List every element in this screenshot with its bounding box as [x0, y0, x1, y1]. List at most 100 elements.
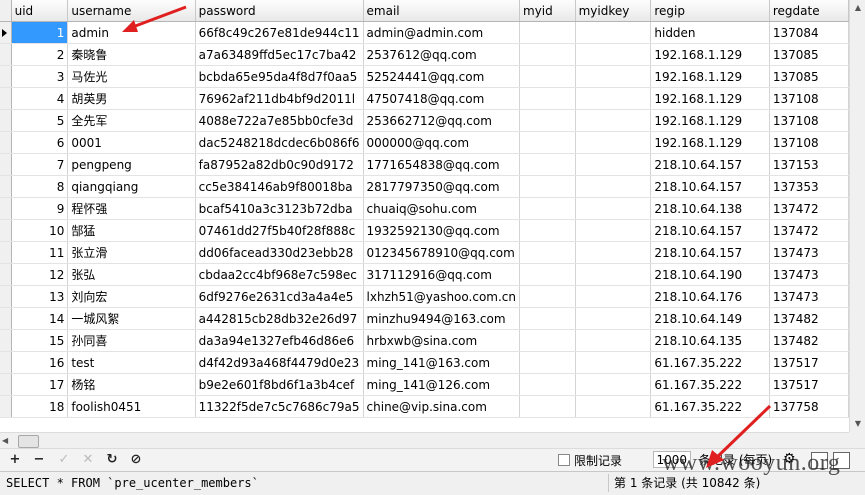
cell-password[interactable]: dd06facead330d23ebb28	[195, 241, 364, 264]
table-row[interactable]: 6 0001 dac5248218dcdec6b086f6 000000@qq.com…	[0, 131, 849, 154]
column-header-regdate[interactable]: regdate	[769, 0, 849, 22]
cell-email[interactable]: 2817797350@qq.com	[363, 175, 521, 198]
scroll-down-icon[interactable]: ▼	[850, 416, 865, 432]
row-selector[interactable]	[0, 21, 12, 44]
cell-regdate[interactable]: 137473	[769, 241, 849, 264]
cell-myid[interactable]	[519, 21, 576, 44]
cell-username[interactable]: 马佐光	[67, 65, 196, 88]
table-row[interactable]: 10 郜猛 07461dd27f5b40f28f888c 1932592130@qq.…	[0, 219, 849, 242]
table-row[interactable]: 17 杨铭 b9e2e601f8bd6f1a3b4cef ming_141@126.c…	[0, 373, 849, 396]
cell-regip[interactable]: 218.10.64.190	[650, 263, 770, 286]
horizontal-scroll-thumb[interactable]	[18, 435, 39, 448]
row-selector[interactable]	[0, 197, 12, 220]
cell-regdate[interactable]: 137473	[769, 285, 849, 308]
cell-email[interactable]: 1932592130@qq.com	[363, 219, 521, 242]
row-selector[interactable]	[0, 175, 12, 198]
cell-email[interactable]: admin@admin.com	[363, 21, 521, 44]
cell-myid[interactable]	[519, 65, 576, 88]
cell-uid[interactable]: 6	[11, 131, 69, 154]
table-row[interactable]: 15 孙同喜 da3a94e1327efb46d86e6 hrbxwb@sina.co…	[0, 329, 849, 352]
cell-uid[interactable]: 17	[11, 373, 69, 396]
cell-myidkey[interactable]	[575, 351, 652, 374]
cell-uid[interactable]: 3	[11, 65, 69, 88]
table-row[interactable]: 1 admin 66f8c49c267e81de944c11 admin@admin.…	[0, 21, 849, 44]
cell-password[interactable]: dac5248218dcdec6b086f6	[195, 131, 364, 154]
cell-email[interactable]: 2537612@qq.com	[363, 43, 521, 66]
cell-regip[interactable]: 192.168.1.129	[650, 87, 770, 110]
cell-myidkey[interactable]	[575, 263, 652, 286]
table-row[interactable]: 7 pengpeng fa87952a82db0c90d9172 1771654838…	[0, 153, 849, 176]
cell-username[interactable]: 程怀强	[67, 197, 196, 220]
column-header-username[interactable]: username	[67, 0, 196, 22]
cell-myid[interactable]	[519, 219, 576, 242]
cell-myid[interactable]	[519, 109, 576, 132]
cell-password[interactable]: a7a63489ffd5ec17c7ba42	[195, 43, 364, 66]
table-row[interactable]: 18 foolish0451 11322f5de7c5c7686c79a5 chine…	[0, 395, 849, 418]
cell-email[interactable]: minzhu9494@163.com	[363, 307, 521, 330]
delete-record-icon[interactable]: −	[30, 451, 48, 469]
cell-uid[interactable]: 5	[11, 109, 69, 132]
scroll-up-icon[interactable]: ▲	[850, 0, 865, 16]
cell-username[interactable]: 0001	[67, 131, 196, 154]
cell-uid[interactable]: 8	[11, 175, 69, 198]
discard-changes-icon[interactable]: ✕	[79, 451, 97, 469]
cell-regip[interactable]: 218.10.64.157	[650, 219, 770, 242]
cell-regip[interactable]: 61.167.35.222	[650, 395, 770, 418]
table-row[interactable]: 4 胡英男 76962af211db4bf9d2011l 47507418@qq.co…	[0, 87, 849, 110]
cell-username[interactable]: 孙同喜	[67, 329, 196, 352]
cell-myidkey[interactable]	[575, 241, 652, 264]
cell-regip[interactable]: 218.10.64.157	[650, 241, 770, 264]
cell-username[interactable]: 一城风絮	[67, 307, 196, 330]
column-header-myidkey[interactable]: myidkey	[575, 0, 652, 22]
cell-email[interactable]: 000000@qq.com	[363, 131, 521, 154]
cell-myidkey[interactable]	[575, 175, 652, 198]
cell-myid[interactable]	[519, 87, 576, 110]
cell-username[interactable]: pengpeng	[67, 153, 196, 176]
cell-email[interactable]: hrbxwb@sina.com	[363, 329, 521, 352]
cell-myidkey[interactable]	[575, 307, 652, 330]
cell-email[interactable]: 52524441@qq.com	[363, 65, 521, 88]
add-record-icon[interactable]: +	[6, 451, 24, 469]
cell-myidkey[interactable]	[575, 87, 652, 110]
row-selector[interactable]	[0, 131, 12, 154]
cell-password[interactable]: 11322f5de7c5c7686c79a5	[195, 395, 364, 418]
cell-regdate[interactable]: 137517	[769, 373, 849, 396]
cell-password[interactable]: d4f42d93a468f4479d0e23	[195, 351, 364, 374]
cell-email[interactable]: 47507418@qq.com	[363, 87, 521, 110]
cell-password[interactable]: 07461dd27f5b40f28f888c	[195, 219, 364, 242]
cell-password[interactable]: fa87952a82db0c90d9172	[195, 153, 364, 176]
table-row[interactable]: 8 qiangqiang cc5e384146ab9f80018ba 28177973…	[0, 175, 849, 198]
cell-myidkey[interactable]	[575, 197, 652, 220]
row-selector[interactable]	[0, 43, 12, 66]
cell-uid[interactable]: 12	[11, 263, 69, 286]
cell-password[interactable]: da3a94e1327efb46d86e6	[195, 329, 364, 352]
cell-myid[interactable]	[519, 175, 576, 198]
cell-regdate[interactable]: 137108	[769, 131, 849, 154]
cell-uid[interactable]: 18	[11, 395, 69, 418]
table-row[interactable]: 9 程怀强 bcaf5410a3c3123b72dba chuaiq@sohu.com…	[0, 197, 849, 220]
cell-username[interactable]: 胡英男	[67, 87, 196, 110]
limit-records-toggle[interactable]: 限制记录	[558, 452, 622, 468]
cell-username[interactable]: 秦晓鲁	[67, 43, 196, 66]
cell-myidkey[interactable]	[575, 329, 652, 352]
cell-regdate[interactable]: 137482	[769, 329, 849, 352]
cell-username[interactable]: test	[67, 351, 196, 374]
cell-uid[interactable]: 4	[11, 87, 69, 110]
cell-myid[interactable]	[519, 131, 576, 154]
cell-password[interactable]: 6df9276e2631cd3a4a4e5	[195, 285, 364, 308]
cell-uid[interactable]: 16	[11, 351, 69, 374]
cell-uid[interactable]: 2	[11, 43, 69, 66]
table-row[interactable]: 2 秦晓鲁 a7a63489ffd5ec17c7ba42 2537612@qq.com…	[0, 43, 849, 66]
cell-myidkey[interactable]	[575, 65, 652, 88]
cell-myid[interactable]	[519, 373, 576, 396]
cell-password[interactable]: cbdaa2cc4bf968e7c598ec	[195, 263, 364, 286]
cell-regdate[interactable]: 137517	[769, 351, 849, 374]
cell-regip[interactable]: 218.10.64.176	[650, 285, 770, 308]
row-selector[interactable]	[0, 373, 12, 396]
table-row[interactable]: 5 全先军 4088e722a7e85bb0cfe3d 253662712@qq.co…	[0, 109, 849, 132]
cell-regdate[interactable]: 137108	[769, 109, 849, 132]
cell-regip[interactable]: 61.167.35.222	[650, 351, 770, 374]
table-row[interactable]: 12 张弘 cbdaa2cc4bf968e7c598ec 317112916@qq.c…	[0, 263, 849, 286]
row-selector[interactable]	[0, 285, 12, 308]
vertical-scrollbar[interactable]: ▲ ▼	[849, 0, 865, 432]
